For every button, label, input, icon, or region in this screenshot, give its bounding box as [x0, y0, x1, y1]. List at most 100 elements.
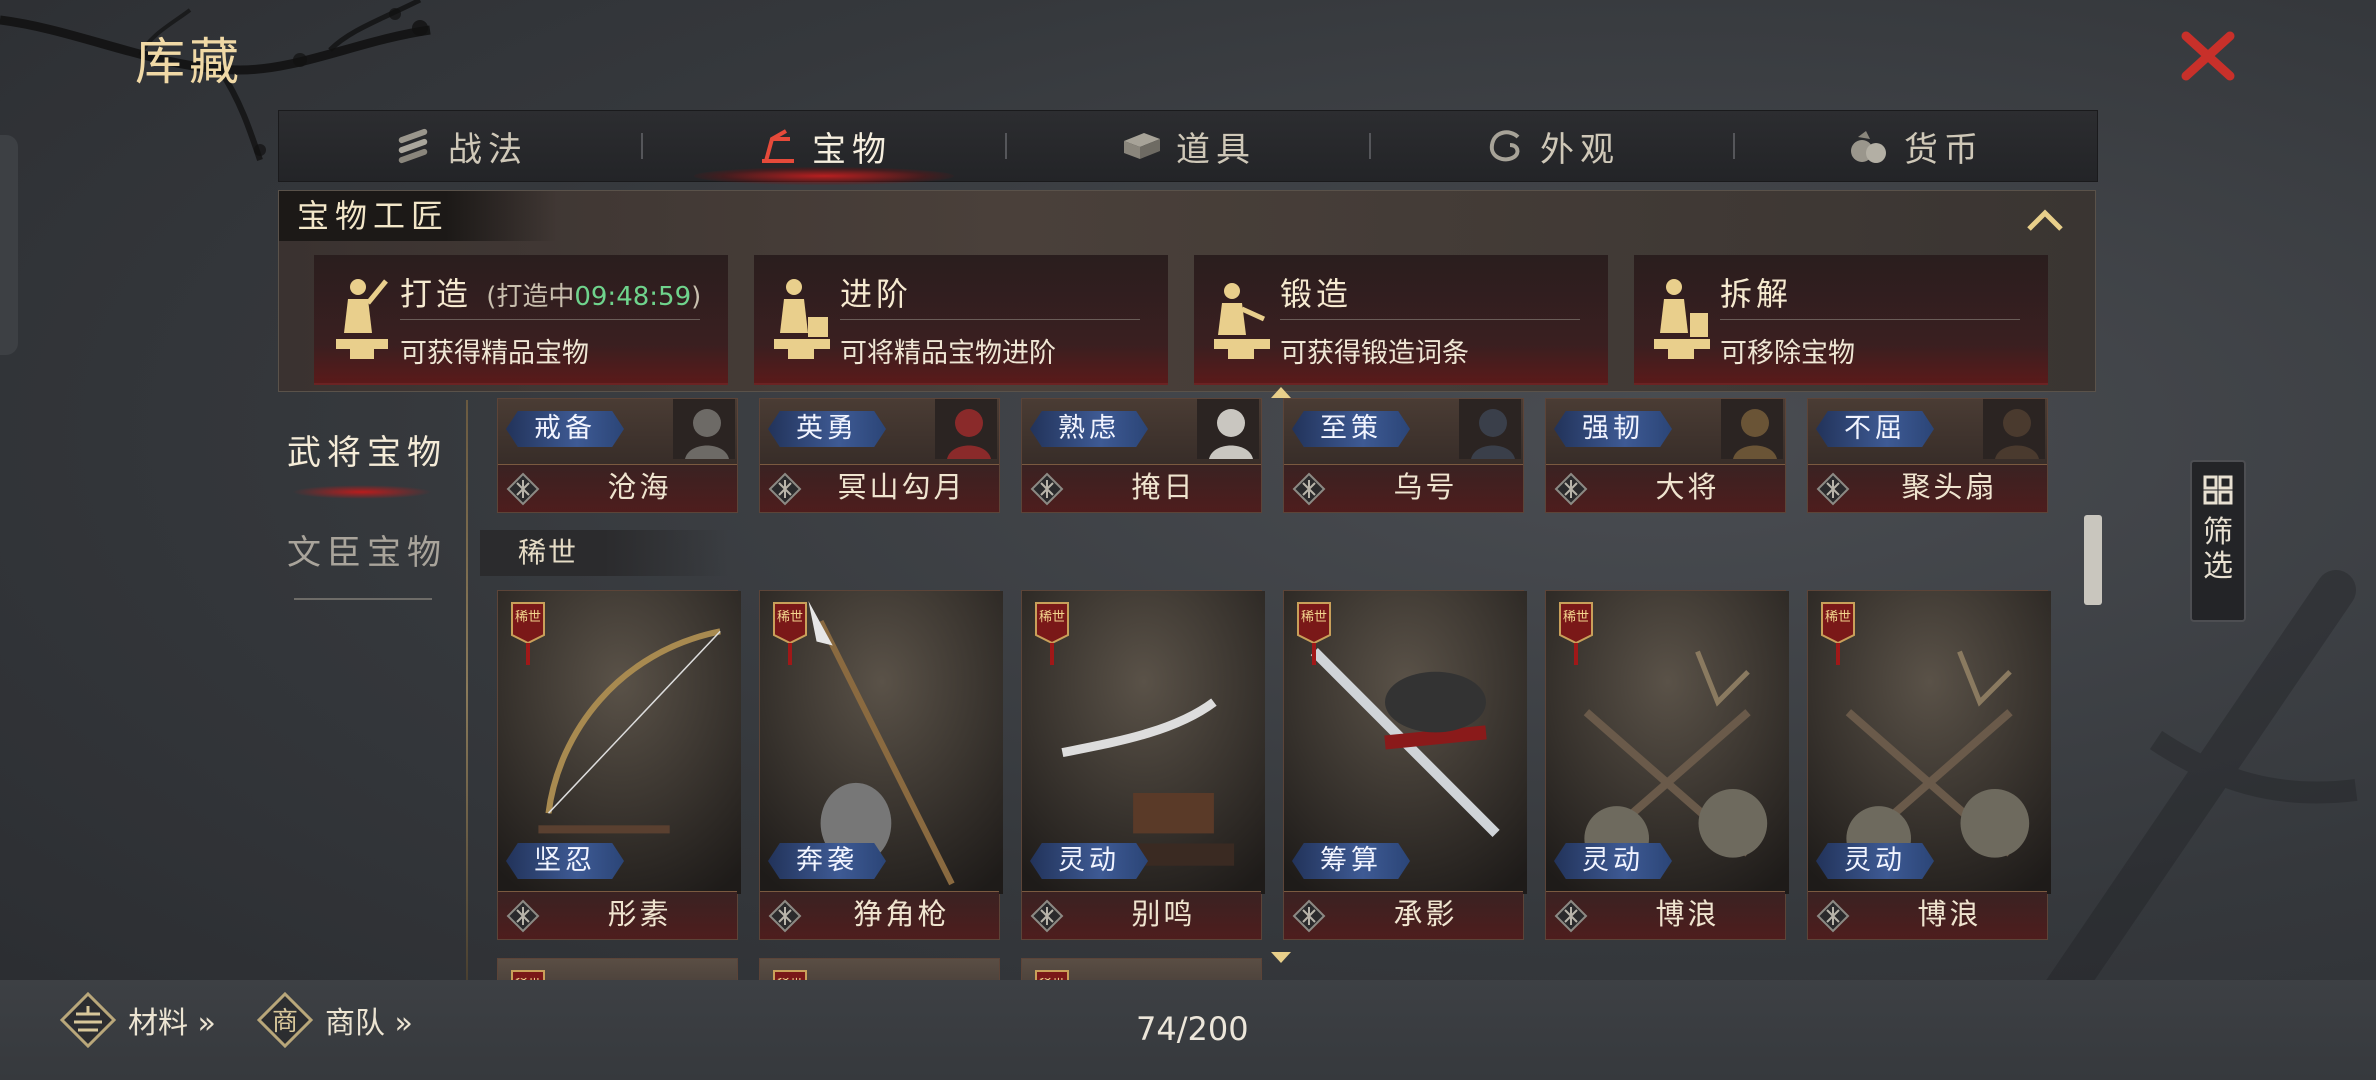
- treasure-name: 乌号: [1393, 470, 1458, 504]
- treasure-card[interactable]: 至策乌号: [1283, 398, 1524, 513]
- tab-treasure[interactable]: 宝物: [643, 111, 1005, 181]
- rare-tag-text: 稀世: [1825, 610, 1851, 625]
- general-portrait-icon: [673, 399, 735, 459]
- forge-card[interactable]: 打造 (打造中09:48:59) 可获得精品宝物: [314, 255, 728, 385]
- blacksmith-icon: [1654, 279, 1710, 359]
- grade-badge-icon: [506, 899, 540, 933]
- treasure-card[interactable]: 稀世灵动博浪: [1807, 590, 2052, 940]
- treasure-card[interactable]: 稀世 坚忍 彤素: [497, 590, 742, 940]
- page-title: 库藏: [135, 33, 243, 91]
- treasure-card[interactable]: 不屈聚头扇: [1807, 398, 2048, 513]
- dismantle-card[interactable]: 拆解 可移除宝物: [1634, 255, 2048, 385]
- temper-card[interactable]: 锻造 可获得锻造词条: [1194, 255, 1608, 385]
- blacksmith-icon: [1214, 283, 1270, 359]
- rare-tag-icon: 稀世: [511, 602, 545, 665]
- dismantle-desc: 可移除宝物: [1720, 338, 1855, 369]
- rare-tag-text: 稀世: [515, 610, 541, 625]
- tab-currency[interactable]: 货币: [1735, 111, 2097, 181]
- treasure-card[interactable]: 稀世 奔袭 狰角枪: [759, 590, 1004, 940]
- card-footer: 聚头扇: [1808, 464, 2047, 512]
- forge-title: 打造 (打造中09:48:59): [400, 269, 701, 315]
- rare-tag-icon: 稀世: [1297, 602, 1331, 665]
- treasure-name: 别鸣: [1131, 897, 1196, 931]
- general-portrait-icon: [935, 399, 997, 459]
- treasure-card-partial[interactable]: 稀世: [1021, 958, 1262, 980]
- rare-tag-text: 稀世: [1039, 610, 1065, 625]
- divider: [840, 319, 1140, 320]
- treasure-name: 博浪: [1917, 897, 1982, 931]
- chevron-up-icon[interactable]: [2025, 207, 2065, 233]
- general-portrait-icon: [1197, 399, 1259, 459]
- treasure-card[interactable]: 稀世灵动别鸣: [1021, 590, 1266, 940]
- grade-badge-icon: [1292, 899, 1326, 933]
- rare-tag-icon: 稀世: [773, 602, 807, 665]
- grade-badge-icon: [506, 472, 540, 506]
- caravan-glyph: 商: [272, 1007, 298, 1037]
- grade-badge-icon: [1554, 899, 1588, 933]
- sidebar-item-minister-treasure[interactable]: 文臣宝物: [282, 525, 452, 574]
- treasure-craftsman-panel: 宝物工匠 打造 (打造中09:48:59) 可获得精品宝物 进阶 可将精品宝物进…: [278, 190, 2096, 392]
- treasure-card[interactable]: 熟虑 掩日: [1021, 398, 1262, 513]
- filter-label: 筛选: [2203, 515, 2233, 584]
- treasure-card[interactable]: 英勇 冥山勾月: [759, 398, 1000, 513]
- left-edge-handle: [0, 135, 18, 355]
- treasure-card[interactable]: 强韧大将: [1545, 398, 1786, 513]
- caravan-button[interactable]: 商 商队 »: [255, 990, 413, 1050]
- close-icon[interactable]: [2178, 26, 2238, 86]
- skill-badge: 灵动: [1816, 843, 1934, 879]
- filter-button[interactable]: 筛选: [2190, 460, 2246, 622]
- temper-desc: 可获得锻造词条: [1280, 338, 1469, 369]
- rare-tag-icon: 稀世: [1035, 970, 1069, 980]
- tab-tactics[interactable]: 战法: [279, 111, 641, 181]
- caravan-icon: 商: [256, 991, 314, 1049]
- treasure-card[interactable]: 稀世 灵动 博浪: [1545, 590, 1790, 940]
- section-title-rare: 稀世: [480, 530, 728, 576]
- skill-badge: 不屈: [1816, 411, 1934, 447]
- treasure-name: 掩日: [1131, 470, 1196, 504]
- tab-items[interactable]: 道具: [1007, 111, 1369, 181]
- rare-tag-text: 稀世: [1563, 610, 1589, 625]
- temper-name: 锻造: [1280, 275, 1353, 313]
- treasure-card[interactable]: 戒备沧海: [497, 398, 738, 513]
- tab-label: 外观: [1540, 129, 1620, 170]
- tab-label: 道具: [1176, 129, 1256, 170]
- skill-badge: 灵动: [1030, 843, 1148, 879]
- scroll-bundle-icon: [398, 128, 428, 164]
- skill-badge: 坚忍: [506, 843, 624, 879]
- grade-badge-icon: [1030, 472, 1064, 506]
- skill-badge: 戒备: [506, 411, 624, 447]
- grade-badge-icon: [1554, 472, 1588, 506]
- materials-button[interactable]: 材料 »: [58, 990, 216, 1050]
- advance-card[interactable]: 进阶 可将精品宝物进阶: [754, 255, 1168, 385]
- stack-icon: [1124, 133, 1160, 159]
- divider: [294, 598, 432, 600]
- grade-badge-icon: [1030, 899, 1064, 933]
- rare-tag-text: 稀世: [1301, 610, 1327, 625]
- card-footer: 乌号: [1284, 464, 1523, 512]
- craftsman-title: 宝物工匠: [279, 191, 557, 241]
- status-prefix: (打造中: [486, 282, 575, 312]
- card-footer: 别鸣: [1022, 891, 1261, 939]
- divider: [400, 319, 700, 320]
- scrollbar-thumb[interactable]: [2084, 515, 2102, 605]
- skill-badge: 至策: [1292, 411, 1410, 447]
- treasure-card-partial[interactable]: 稀世: [497, 958, 738, 980]
- tab-appearance[interactable]: 外观: [1371, 111, 1733, 181]
- card-footer: 大将: [1546, 464, 1785, 512]
- sidebar-divider: [466, 400, 468, 980]
- skill-badge: 强韧: [1554, 411, 1672, 447]
- rare-tag-text: 稀世: [777, 610, 803, 625]
- sidebar-item-general-treasure[interactable]: 武将宝物: [282, 425, 452, 474]
- treasure-card[interactable]: 稀世 筹算 承影: [1283, 590, 1528, 940]
- caravan-label: 商队 »: [325, 1006, 413, 1041]
- advance-name: 进阶: [840, 275, 913, 313]
- treasure-name: 沧海: [607, 470, 672, 504]
- blacksmith-icon: [774, 279, 830, 359]
- scrollbar-track: [2082, 398, 2096, 980]
- treasure-card-partial[interactable]: 稀世: [759, 958, 1000, 980]
- forge-name: 打造: [400, 275, 473, 313]
- grade-badge-icon: [1816, 899, 1850, 933]
- treasure-name: 狰角枪: [853, 897, 950, 931]
- inventory-count: 74/200: [1136, 1010, 1249, 1048]
- grade-badge-icon: [1292, 472, 1326, 506]
